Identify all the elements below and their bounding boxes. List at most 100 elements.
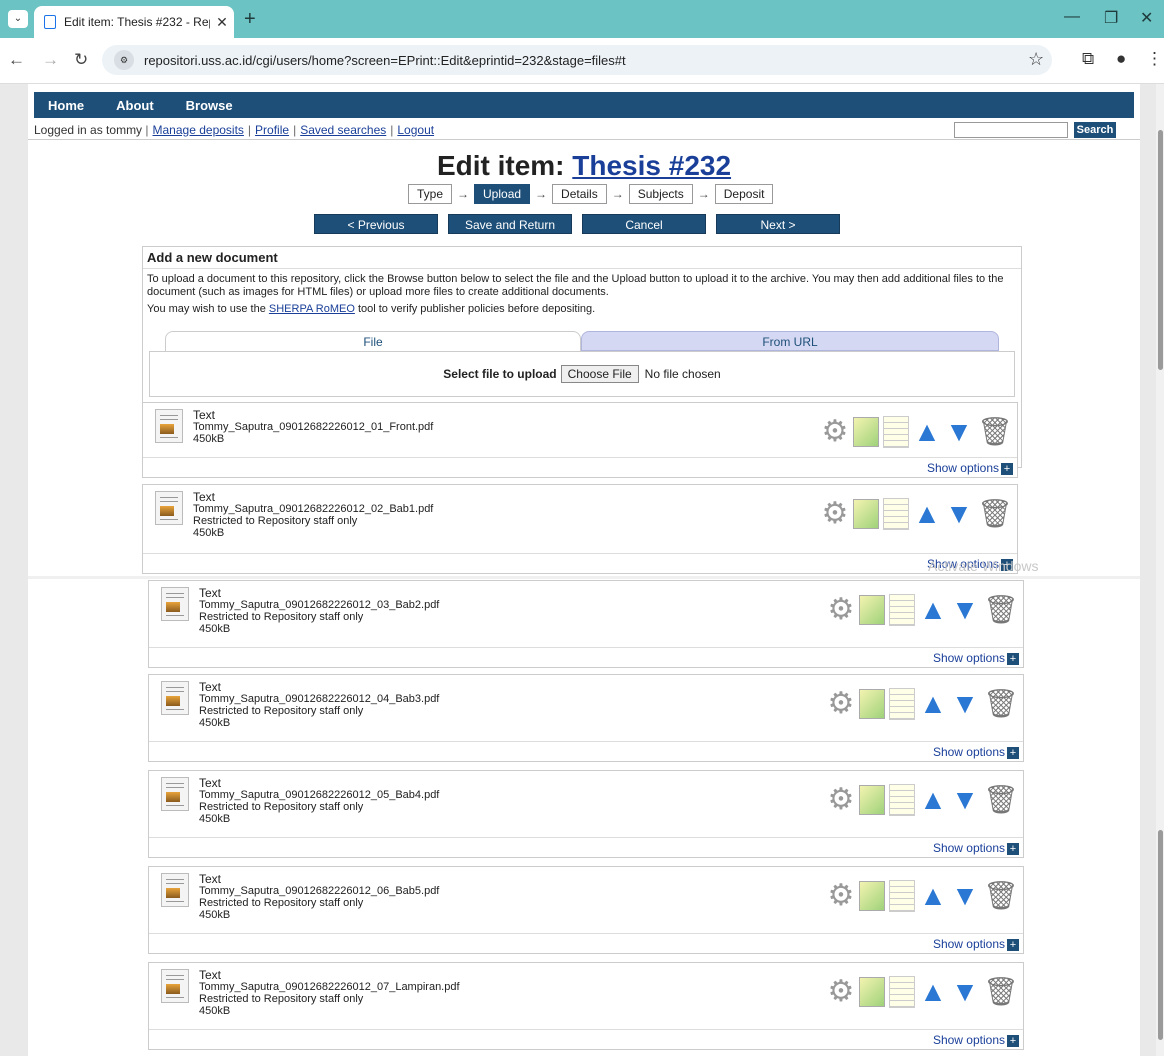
- update-file-icon[interactable]: [859, 689, 885, 719]
- cancel-button[interactable]: Cancel: [582, 214, 706, 234]
- show-options-link[interactable]: Show options +: [933, 745, 1019, 759]
- document-thumbnail-icon[interactable]: [161, 681, 189, 715]
- site-info-icon[interactable]: ⚙: [114, 50, 134, 70]
- arrow-up-icon[interactable]: ▲: [913, 415, 941, 449]
- show-options-link[interactable]: Show options +: [933, 651, 1019, 665]
- profile-icon[interactable]: ●: [1116, 49, 1126, 69]
- file-list-icon[interactable]: [883, 498, 909, 530]
- update-file-icon[interactable]: [859, 881, 885, 911]
- save-and-return-button[interactable]: Save and Return: [448, 214, 572, 234]
- trash-icon[interactable]: 🗑: [977, 415, 1013, 449]
- browser-tab[interactable]: Edit item: Thesis #232 - Reposit ✕: [34, 6, 234, 38]
- update-file-icon[interactable]: [853, 499, 879, 529]
- minimize-icon[interactable]: —: [1064, 8, 1080, 26]
- kebab-menu-icon[interactable]: ⋮: [1146, 49, 1163, 69]
- gear-icon[interactable]: ⚙: [827, 687, 855, 721]
- arrow-down-icon[interactable]: ▼: [951, 879, 979, 913]
- document-restriction: Restricted to Repository staff only: [199, 801, 364, 813]
- next-button[interactable]: Next >: [716, 214, 840, 234]
- menu-about[interactable]: About: [116, 98, 154, 113]
- arrow-down-icon[interactable]: ▼: [951, 593, 979, 627]
- update-file-icon[interactable]: [859, 595, 885, 625]
- gear-icon[interactable]: ⚙: [821, 415, 849, 449]
- back-icon[interactable]: ←: [8, 50, 25, 70]
- arrow-down-icon[interactable]: ▼: [945, 415, 973, 449]
- arrow-down-icon[interactable]: ▼: [951, 975, 979, 1009]
- document-filename: Tommy_Saputra_09012682226012_07_Lampiran…: [199, 981, 460, 993]
- search-input[interactable]: [954, 122, 1068, 138]
- restore-icon[interactable]: ❐: [1104, 8, 1118, 28]
- arrow-up-icon[interactable]: ▲: [919, 593, 947, 627]
- arrow-up-icon[interactable]: ▲: [919, 783, 947, 817]
- document-thumbnail-icon[interactable]: [155, 409, 183, 443]
- arrow-down-icon[interactable]: ▼: [945, 497, 973, 531]
- file-list-icon[interactable]: [889, 688, 915, 720]
- arrow-up-icon[interactable]: ▲: [919, 687, 947, 721]
- sherpa-romeo-link[interactable]: SHERPA RoMEO: [269, 303, 355, 315]
- document-thumbnail-icon[interactable]: [161, 777, 189, 811]
- gear-icon[interactable]: ⚙: [827, 879, 855, 913]
- forward-icon[interactable]: →: [42, 50, 59, 70]
- document-thumbnail-icon[interactable]: [161, 969, 189, 1003]
- tab-search-icon[interactable]: ⌄: [8, 10, 28, 28]
- scrollbar-thumb[interactable]: [1158, 130, 1163, 370]
- url-input[interactable]: ⚙ repositori.uss.ac.id/cgi/users/home?sc…: [102, 45, 1052, 75]
- trash-icon[interactable]: 🗑: [983, 783, 1019, 817]
- window-close-icon[interactable]: ✕: [1140, 8, 1153, 28]
- menu-browse[interactable]: Browse: [186, 98, 233, 113]
- file-list-icon[interactable]: [889, 594, 915, 626]
- menu-home[interactable]: Home: [48, 98, 84, 113]
- trash-icon[interactable]: 🗑: [983, 687, 1019, 721]
- trash-icon[interactable]: 🗑: [977, 497, 1013, 531]
- tab-from-url[interactable]: From URL: [581, 331, 999, 351]
- file-list-icon[interactable]: [889, 880, 915, 912]
- show-options-link[interactable]: Show options +: [933, 937, 1019, 951]
- extensions-icon[interactable]: ⧉: [1082, 49, 1094, 69]
- update-file-icon[interactable]: [859, 977, 885, 1007]
- close-icon[interactable]: ✕: [210, 14, 234, 31]
- reload-icon[interactable]: ↻: [74, 50, 88, 70]
- file-list-icon[interactable]: [889, 976, 915, 1008]
- link-profile[interactable]: Profile: [255, 123, 289, 137]
- arrow-up-icon[interactable]: ▲: [919, 879, 947, 913]
- show-options-link[interactable]: Show options +: [933, 841, 1019, 855]
- show-options-link[interactable]: Show options +: [927, 461, 1013, 475]
- previous-button[interactable]: < Previous: [314, 214, 438, 234]
- link-logout[interactable]: Logout: [397, 123, 434, 137]
- show-options-link[interactable]: Show options +: [933, 1033, 1019, 1047]
- trash-icon[interactable]: 🗑: [983, 593, 1019, 627]
- file-list-icon[interactable]: [883, 416, 909, 448]
- update-file-icon[interactable]: [859, 785, 885, 815]
- document-thumbnail-icon[interactable]: [155, 491, 183, 525]
- gear-icon[interactable]: ⚙: [827, 783, 855, 817]
- choose-file-button[interactable]: Choose File: [560, 365, 639, 383]
- arrow-down-icon[interactable]: ▼: [951, 783, 979, 817]
- document-thumbnail-icon[interactable]: [161, 587, 189, 621]
- document-actions: ⚙ ▲ ▼ 🗑: [817, 497, 1013, 531]
- item-link[interactable]: Thesis #232: [572, 150, 731, 181]
- stage-type[interactable]: Type: [408, 184, 453, 204]
- gear-icon[interactable]: ⚙: [827, 593, 855, 627]
- link-manage-deposits[interactable]: Manage deposits: [153, 123, 244, 137]
- file-list-icon[interactable]: [889, 784, 915, 816]
- stage-subjects[interactable]: Subjects: [628, 184, 693, 204]
- stage-deposit[interactable]: Deposit: [714, 184, 774, 204]
- update-file-icon[interactable]: [853, 417, 879, 447]
- gear-icon[interactable]: ⚙: [827, 975, 855, 1009]
- link-saved-searches[interactable]: Saved searches: [300, 123, 386, 137]
- document-size: 450kB: [199, 717, 231, 729]
- search-button[interactable]: Search: [1074, 122, 1116, 138]
- scrollbar-thumb[interactable]: [1158, 830, 1163, 1040]
- gear-icon[interactable]: ⚙: [821, 497, 849, 531]
- document-thumbnail-icon[interactable]: [161, 873, 189, 907]
- new-tab-icon[interactable]: +: [244, 8, 256, 31]
- arrow-down-icon[interactable]: ▼: [951, 687, 979, 721]
- arrow-up-icon[interactable]: ▲: [919, 975, 947, 1009]
- bookmark-star-icon[interactable]: ☆: [1028, 49, 1044, 70]
- tab-file[interactable]: File: [165, 331, 581, 351]
- stage-details[interactable]: Details: [552, 184, 607, 204]
- trash-icon[interactable]: 🗑: [983, 879, 1019, 913]
- trash-icon[interactable]: 🗑: [983, 975, 1019, 1009]
- arrow-up-icon[interactable]: ▲: [913, 497, 941, 531]
- stage-upload[interactable]: Upload: [474, 184, 531, 204]
